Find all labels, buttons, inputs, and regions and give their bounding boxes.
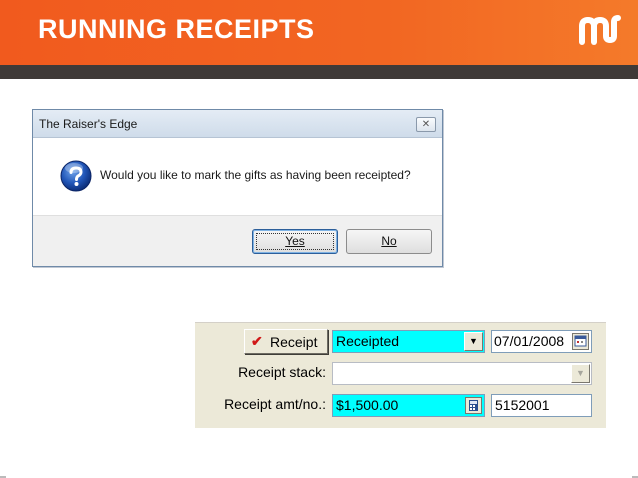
receipt-amount-label: Receipt amt/no.: [224, 396, 326, 412]
chevron-down-icon[interactable]: ▼ [464, 332, 483, 351]
receipt-status-select[interactable]: Receipted ▼ [332, 330, 485, 353]
dialog-message: Would you like to mark the gifts as havi… [100, 168, 411, 182]
receipt-date-field[interactable]: 07/01/2008 [491, 330, 592, 353]
dialog-title: The Raiser's Edge [39, 117, 138, 131]
no-button[interactable]: No [346, 229, 432, 254]
close-icon[interactable]: ✕ [416, 117, 436, 132]
calendar-icon[interactable] [572, 333, 589, 350]
receipt-number-field[interactable]: 5152001 [491, 394, 592, 417]
checkmark-icon: ✔ [251, 333, 263, 349]
receipt-button[interactable]: ✔ Receipt [244, 329, 328, 354]
yes-button[interactable]: Yes [252, 229, 338, 254]
slide-corner-mark [632, 470, 638, 478]
receipt-date-value: 07/01/2008 [494, 333, 565, 349]
receipt-panel: ✔ Receipt Receipted ▼ 07/01/2008 Receipt… [195, 322, 606, 428]
dialog-body: Would you like to mark the gifts as havi… [33, 139, 442, 215]
dialog-footer: Yes No [33, 215, 442, 266]
mw-logo-icon [579, 15, 621, 45]
receipt-stack-label: Receipt stack: [238, 364, 326, 380]
receipt-number-value: 5152001 [495, 397, 550, 413]
slide-title: RUNNING RECEIPTS [38, 14, 315, 44]
dialog-titlebar[interactable]: The Raiser's Edge ✕ [33, 110, 442, 138]
receipt-status-value: Receipted [336, 333, 400, 349]
focus-ring [256, 233, 334, 250]
confirm-dialog: The Raiser's Edge ✕ Would you like to ma… [32, 109, 443, 267]
no-button-label: No [381, 234, 397, 248]
slide-corner-mark [0, 470, 6, 478]
header-bar [0, 65, 638, 79]
slide-header: RUNNING RECEIPTS [0, 0, 638, 65]
receipt-stack-select[interactable]: ▼ [332, 362, 592, 385]
chevron-down-icon[interactable]: ▼ [571, 364, 590, 383]
question-icon [60, 160, 92, 192]
receipt-amount-value: $1,500.00 [336, 397, 399, 413]
receipt-amount-field[interactable]: $1,500.00 [332, 394, 485, 417]
calculator-icon[interactable] [465, 397, 482, 414]
receipt-button-label: Receipt [270, 334, 318, 350]
